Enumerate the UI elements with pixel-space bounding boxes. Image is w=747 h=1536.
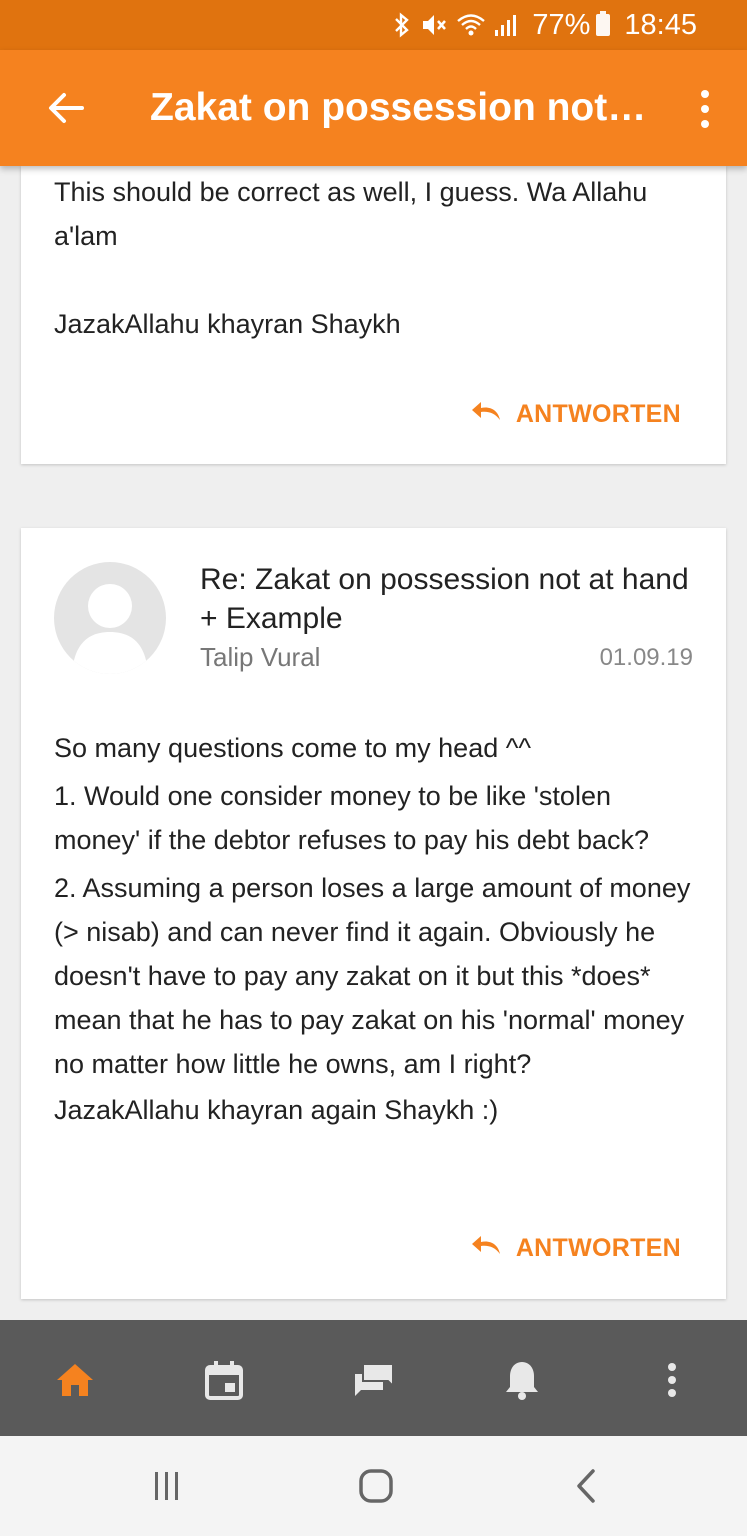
- post-body: This should be correct as well, I guess.…: [54, 170, 704, 346]
- bluetooth-icon: [392, 12, 412, 38]
- post-date: 01.09.19: [599, 644, 693, 671]
- user-avatar-icon: [72, 584, 148, 674]
- post-body-line: JazakAllahu khayran again Shaykh :): [54, 1095, 499, 1125]
- home-button-icon[interactable]: [356, 1466, 396, 1506]
- status-bar: 77% 18:45: [0, 0, 747, 50]
- post-card: Re: Zakat on possession not at hand + Ex…: [21, 528, 726, 1299]
- recent-apps-icon[interactable]: [147, 1466, 187, 1506]
- page-title: Zakat on possession not at hand + Exampl…: [150, 86, 650, 129]
- more-vert-icon[interactable]: [650, 1358, 694, 1402]
- reply-button[interactable]: ANTWORTEN: [470, 400, 681, 429]
- back-arrow-icon[interactable]: [33, 75, 99, 141]
- home-icon[interactable]: [53, 1358, 97, 1402]
- post-card: This should be correct as well, I guess.…: [21, 166, 726, 464]
- clock: 18:45: [624, 8, 697, 41]
- post-body-line: 1. Would one consider money to be like '…: [54, 781, 650, 855]
- reply-button[interactable]: ANTWORTEN: [470, 1234, 681, 1263]
- notifications-icon[interactable]: [500, 1358, 544, 1402]
- calendar-icon[interactable]: [202, 1358, 246, 1402]
- post-author[interactable]: Talip Vural: [200, 642, 320, 673]
- reply-label: ANTWORTEN: [515, 1234, 681, 1262]
- status-icons: [392, 12, 518, 38]
- post-body: So many questions come to my head ^^ 1. …: [54, 726, 704, 1132]
- app-bar: Zakat on possession not at hand + Exampl…: [0, 50, 747, 166]
- post-body-line: 2. Assuming a person loses a large amoun…: [54, 873, 691, 1079]
- back-icon[interactable]: [566, 1466, 606, 1506]
- post-body-line: [54, 258, 704, 302]
- post-body-line: JazakAllahu khayran Shaykh: [54, 309, 401, 339]
- forum-icon[interactable]: [351, 1358, 395, 1402]
- reply-icon: [470, 1234, 504, 1263]
- signal-icon: [494, 12, 518, 38]
- reply-label: ANTWORTEN: [515, 400, 681, 428]
- battery-percentage: 77%: [532, 8, 591, 41]
- wifi-icon: [456, 12, 486, 38]
- reply-icon: [470, 400, 504, 429]
- post-body-line: So many questions come to my head ^^: [54, 733, 532, 763]
- battery-icon: [596, 11, 611, 36]
- avatar[interactable]: [54, 562, 166, 674]
- post-title: Re: Zakat on possession not at hand + Ex…: [200, 563, 689, 635]
- more-vert-icon[interactable]: [685, 86, 725, 132]
- post-body-line: This should be correct as well, I guess.…: [54, 177, 648, 251]
- post-list[interactable]: This should be correct as well, I guess.…: [0, 166, 747, 1320]
- mute-icon: [420, 12, 448, 38]
- system-navigation: [0, 1436, 747, 1536]
- bottom-navigation: [0, 1320, 747, 1436]
